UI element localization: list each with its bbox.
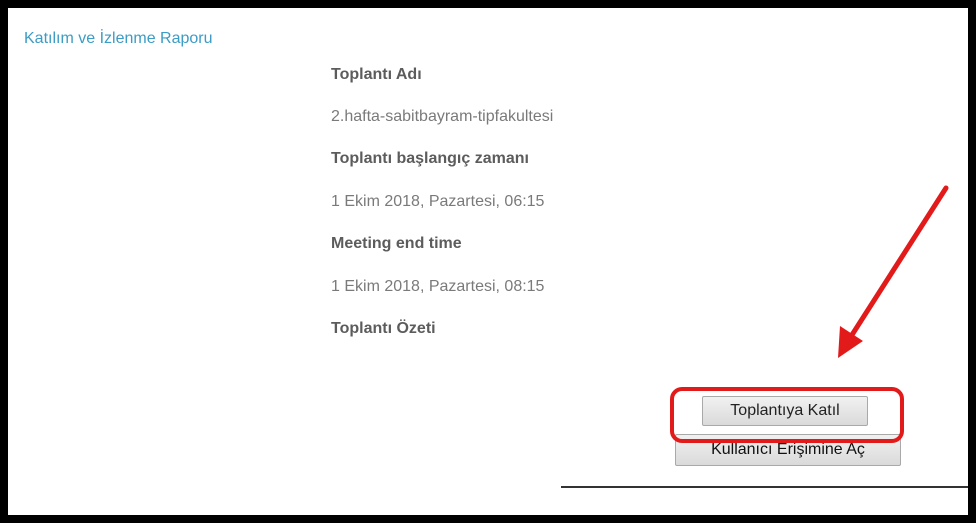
meeting-summary-label: Toplantı Özeti: [331, 320, 436, 337]
meeting-end-value: 1 Ekim 2018, Pazartesi, 08:15: [331, 278, 545, 295]
join-meeting-button[interactable]: Toplantıya Katıl: [702, 396, 868, 426]
meeting-name-label: Toplantı Adı: [331, 66, 422, 83]
screenshot-frame: Katılım ve İzlenme Raporu Toplantı Adı 2…: [8, 8, 968, 515]
meeting-name-value: 2.hafta-sabitbayram-tipfakultesi: [331, 108, 554, 125]
open-user-access-button[interactable]: Kullanıcı Erişimine Aç: [675, 434, 901, 466]
divider-line: [561, 486, 968, 488]
meeting-end-label: Meeting end time: [331, 235, 462, 252]
meeting-start-value: 1 Ekim 2018, Pazartesi, 06:15: [331, 193, 545, 210]
participation-report-link[interactable]: Katılım ve İzlenme Raporu: [24, 30, 213, 48]
meeting-start-label: Toplantı başlangıç zamanı: [331, 150, 529, 167]
